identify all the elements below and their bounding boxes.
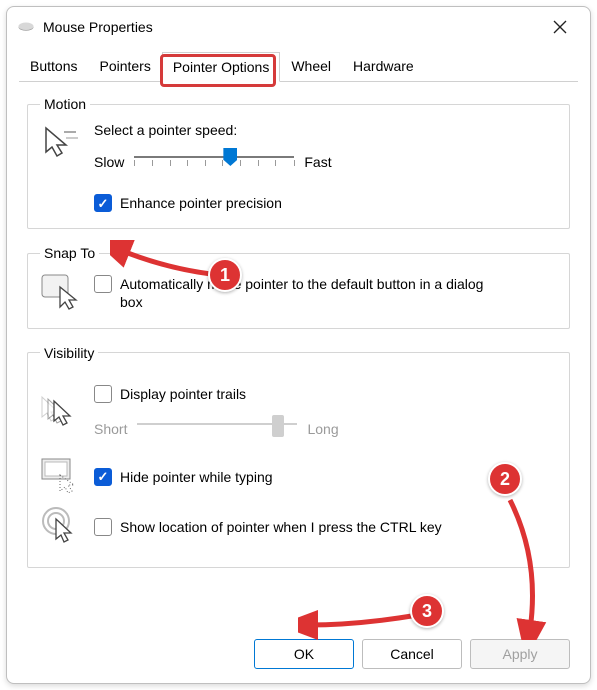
trails-icon bbox=[40, 393, 80, 433]
group-motion: Motion Select a pointer speed: Slow bbox=[27, 96, 570, 229]
tab-pointer-options[interactable]: Pointer Options bbox=[162, 52, 281, 82]
tab-wheel[interactable]: Wheel bbox=[280, 51, 342, 81]
tab-hardware[interactable]: Hardware bbox=[342, 51, 425, 81]
tab-buttons[interactable]: Buttons bbox=[19, 51, 88, 81]
hide-typing-label: Hide pointer while typing bbox=[120, 468, 273, 486]
cancel-button[interactable]: Cancel bbox=[362, 639, 462, 669]
ctrl-locate-icon bbox=[40, 505, 80, 545]
group-visibility: Visibility Display pointer trails bbox=[27, 345, 570, 568]
group-snap-to: Snap To Automatically move pointer to th… bbox=[27, 245, 570, 328]
snap-to-label: Automatically move pointer to the defaul… bbox=[120, 275, 500, 311]
group-visibility-legend: Visibility bbox=[40, 345, 98, 361]
pointer-speed-label: Select a pointer speed: bbox=[94, 122, 557, 138]
apply-button[interactable]: Apply bbox=[470, 639, 570, 669]
enhance-precision-checkbox[interactable] bbox=[94, 194, 112, 212]
window-title: Mouse Properties bbox=[43, 19, 532, 35]
ctrl-locate-checkbox[interactable] bbox=[94, 518, 112, 536]
pointer-speed-slider[interactable] bbox=[134, 146, 294, 178]
hide-typing-checkbox[interactable] bbox=[94, 468, 112, 486]
tabs: Buttons Pointers Pointer Options Wheel H… bbox=[19, 51, 578, 82]
trails-long-label: Long bbox=[307, 421, 338, 437]
dialog-buttons: OK Cancel Apply bbox=[254, 639, 570, 669]
trails-short-label: Short bbox=[94, 421, 127, 437]
tab-pointers[interactable]: Pointers bbox=[88, 51, 161, 81]
speed-fast-label: Fast bbox=[304, 154, 331, 170]
mouse-properties-dialog: Mouse Properties Buttons Pointers Pointe… bbox=[6, 6, 591, 684]
enhance-precision-label: Enhance pointer precision bbox=[120, 194, 282, 212]
trails-label: Display pointer trails bbox=[120, 385, 246, 403]
tab-content: Motion Select a pointer speed: Slow bbox=[7, 82, 590, 594]
trails-checkbox[interactable] bbox=[94, 385, 112, 403]
ctrl-locate-label: Show location of pointer when I press th… bbox=[120, 518, 442, 536]
ok-button[interactable]: OK bbox=[254, 639, 354, 669]
hide-typing-icon bbox=[40, 455, 80, 495]
speed-slow-label: Slow bbox=[94, 154, 124, 170]
mouse-icon bbox=[17, 20, 35, 34]
trails-thumb bbox=[272, 415, 284, 437]
snap-to-checkbox[interactable] bbox=[94, 275, 112, 293]
motion-icon bbox=[40, 122, 80, 162]
trails-slider bbox=[137, 413, 297, 445]
titlebar: Mouse Properties bbox=[7, 7, 590, 45]
close-icon bbox=[553, 20, 567, 34]
pointer-speed-thumb[interactable] bbox=[223, 148, 237, 166]
close-button[interactable] bbox=[540, 13, 580, 41]
group-snap-to-legend: Snap To bbox=[40, 245, 99, 261]
snap-icon bbox=[40, 271, 80, 311]
group-motion-legend: Motion bbox=[40, 96, 90, 112]
